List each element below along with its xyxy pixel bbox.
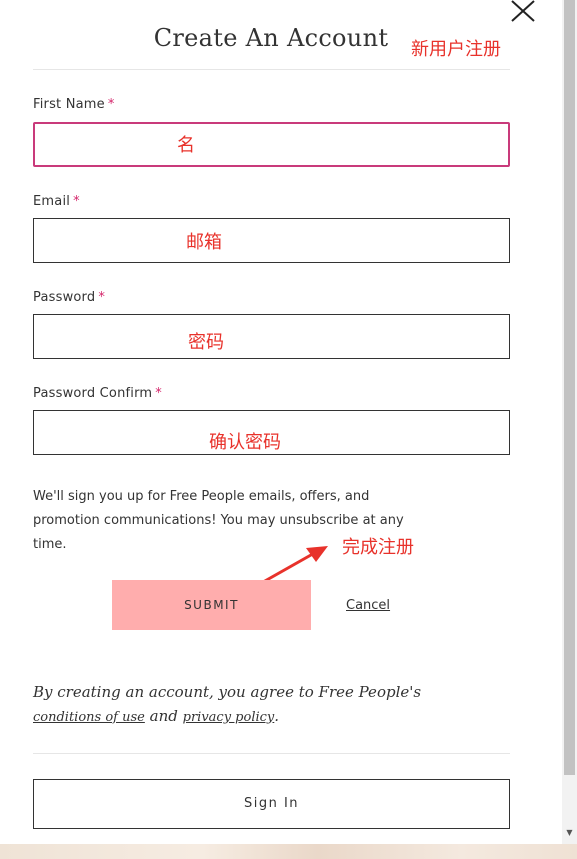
submit-button[interactable]: SUBMIT <box>112 580 311 630</box>
terms-agreement: By creating an account, you agree to Fre… <box>33 680 513 730</box>
required-mark: * <box>98 290 106 305</box>
first-name-field[interactable] <box>33 122 510 167</box>
agreement-period: . <box>274 707 280 725</box>
conditions-of-use-link[interactable]: conditions of use <box>33 710 145 725</box>
cancel-link[interactable]: Cancel <box>346 598 390 613</box>
email-label-text: Email <box>33 194 71 209</box>
annotation-first-name: 名 <box>177 135 195 156</box>
annotation-title-note: 新用户注册 <box>411 39 501 60</box>
password-label-text: Password <box>33 290 96 305</box>
password-field[interactable] <box>33 314 510 359</box>
annotation-email: 邮箱 <box>186 232 222 253</box>
required-mark: * <box>107 97 115 112</box>
annotation-password: 密码 <box>188 332 224 353</box>
annotation-password-confirm: 确认密码 <box>209 432 281 453</box>
annotation-submit-note: 完成注册 <box>342 537 414 558</box>
scrollbar-thumb[interactable] <box>564 0 575 775</box>
password-confirm-label-text: Password Confirm <box>33 386 153 401</box>
agreement-and: and <box>149 707 178 725</box>
background-page-strip <box>0 844 577 859</box>
scroll-down-arrow-icon[interactable]: ▼ <box>564 826 575 840</box>
password-label: Password * <box>33 290 105 305</box>
password-confirm-label: Password Confirm * <box>33 386 162 401</box>
divider <box>33 753 510 754</box>
close-icon[interactable] <box>509 0 537 24</box>
scrollbar[interactable]: ▼ <box>562 0 577 844</box>
divider <box>33 69 510 70</box>
create-account-modal: Create An Account 新用户注册 First Name * 名 Em… <box>0 0 562 844</box>
email-label: Email * <box>33 194 80 209</box>
first-name-label: First Name * <box>33 97 115 112</box>
first-name-label-text: First Name <box>33 97 105 112</box>
agreement-text: By creating an account, you agree to Fre… <box>33 683 422 701</box>
email-field[interactable] <box>33 218 510 263</box>
required-mark: * <box>155 386 162 401</box>
privacy-policy-link[interactable]: privacy policy <box>183 710 275 725</box>
sign-in-button[interactable]: Sign In <box>33 779 510 829</box>
required-mark: * <box>73 194 80 209</box>
